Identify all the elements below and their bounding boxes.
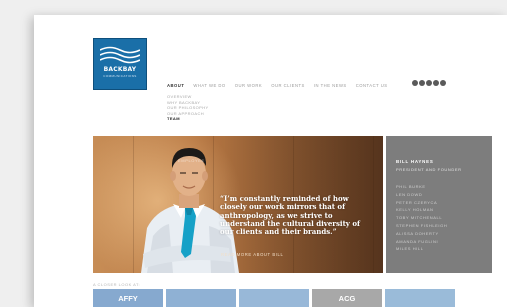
client-logo[interactable] bbox=[166, 289, 236, 307]
nav-our-clients[interactable]: OUR CLIENTS bbox=[271, 83, 305, 91]
backbay-logo[interactable]: BACKBAY COMMUNICATIONS bbox=[93, 38, 147, 90]
client-logo-label: ACG bbox=[338, 293, 356, 303]
read-more-link[interactable]: READ MORE ABOUT BILL bbox=[221, 252, 283, 257]
main-nav: ABOUT WHAT WE DO OUR WORK OUR CLIENTS IN… bbox=[167, 83, 388, 91]
hero-quote: “I’m constantly reminded of how closely … bbox=[220, 194, 360, 237]
hero-ghost-label: EMPLOYEE bbox=[178, 158, 205, 163]
wave-icon bbox=[100, 46, 140, 64]
client-logo-label: AFFY bbox=[118, 293, 138, 303]
client-logo[interactable] bbox=[385, 289, 455, 307]
email-icon[interactable] bbox=[440, 80, 446, 86]
team-member[interactable]: PHIL BURKE bbox=[396, 183, 447, 191]
team-member[interactable]: MILES HILL bbox=[396, 245, 447, 253]
client-logos: AFFY ACG bbox=[93, 289, 455, 307]
nav-what-we-do[interactable]: WHAT WE DO bbox=[193, 83, 225, 91]
team-member[interactable]: AMANDA FUGLINI bbox=[396, 238, 447, 246]
team-member[interactable]: ALISSA DOHERTY bbox=[396, 230, 447, 238]
linkedin-icon[interactable] bbox=[412, 80, 418, 86]
social-links bbox=[412, 80, 446, 86]
nav-contact-us[interactable]: CONTACT US bbox=[356, 83, 388, 91]
team-member[interactable]: TOBY MITCHENALL bbox=[396, 214, 447, 222]
team-member[interactable]: PETER CZERYCA bbox=[396, 199, 447, 207]
client-logo[interactable] bbox=[239, 289, 309, 307]
featured-member-role: PRESIDENT AND FOUNDER bbox=[396, 167, 462, 172]
subnav-team[interactable]: TEAM bbox=[167, 116, 209, 122]
blog-icon[interactable] bbox=[433, 80, 439, 86]
featured-member-name[interactable]: BILL HAYNES bbox=[396, 159, 434, 164]
client-logo[interactable]: AFFY bbox=[93, 289, 163, 307]
nav-about[interactable]: ABOUT bbox=[167, 83, 184, 91]
team-panel: BILL HAYNES PRESIDENT AND FOUNDER PHIL B… bbox=[386, 136, 492, 273]
team-list: PHIL BURKE LEN DOWD PETER CZERYCA KELLY … bbox=[396, 183, 447, 253]
subnav-our-philosophy[interactable]: OUR PHILOSOPHY bbox=[167, 105, 209, 111]
nav-our-work[interactable]: OUR WORK bbox=[235, 83, 263, 91]
team-member[interactable]: LEN DOWD bbox=[396, 191, 447, 199]
facebook-icon[interactable] bbox=[426, 80, 432, 86]
nav-in-the-news[interactable]: IN THE NEWS bbox=[314, 83, 347, 91]
closer-look-label: A CLOSER LOOK AT: bbox=[93, 282, 141, 287]
logo-subtitle: COMMUNICATIONS bbox=[103, 74, 137, 78]
logo-name: BACKBAY bbox=[103, 66, 137, 73]
team-member[interactable]: STEPHEN FISHLEIGH bbox=[396, 222, 447, 230]
twitter-icon[interactable] bbox=[419, 80, 425, 86]
client-logo[interactable]: ACG bbox=[312, 289, 382, 307]
team-member[interactable]: KELLY HOLMAN bbox=[396, 206, 447, 214]
about-subnav: OVERVIEW WHY BACKBAY OUR PHILOSOPHY OUR … bbox=[167, 94, 209, 122]
